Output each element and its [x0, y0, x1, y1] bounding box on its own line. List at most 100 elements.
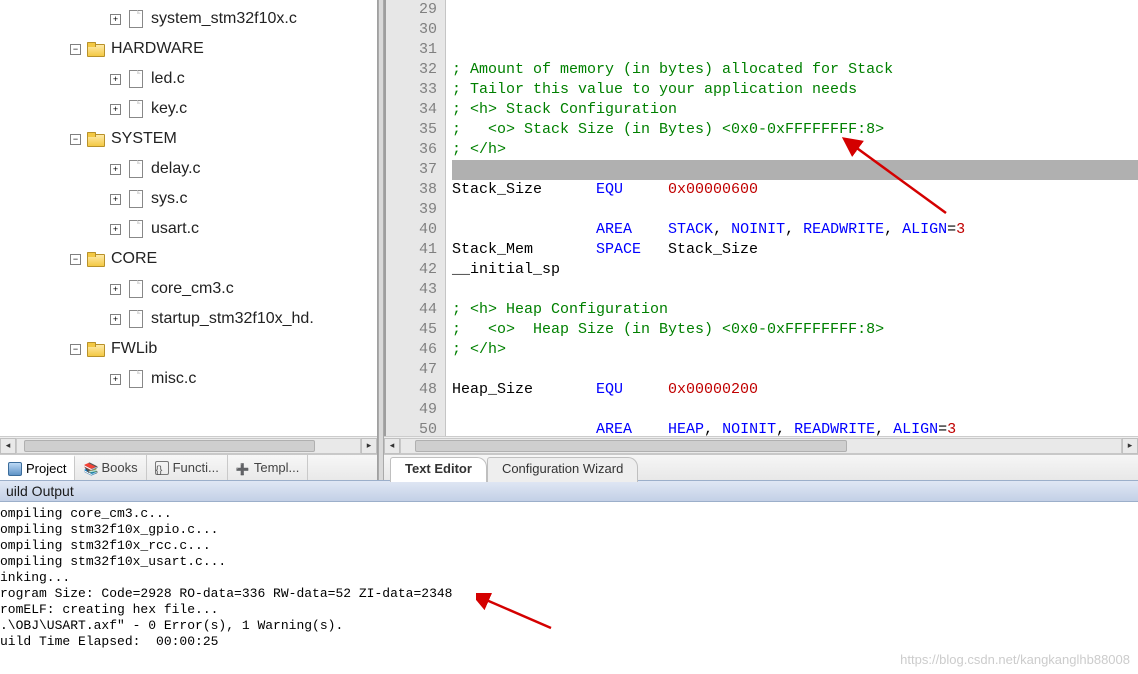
- code-line[interactable]: ; <o> Heap Size (in Bytes) <0x0-0xFFFFFF…: [452, 320, 1138, 340]
- tab-text-editor[interactable]: Text Editor: [390, 457, 487, 482]
- file-tree[interactable]: + system_stm32f10x.c −HARDWARE + led.c + key.c…: [0, 0, 377, 436]
- folder-icon: [87, 252, 105, 266]
- tab-functions-label: Functi...: [173, 460, 219, 475]
- scroll-thumb[interactable]: [24, 440, 316, 452]
- expand-icon[interactable]: +: [110, 164, 121, 175]
- scroll-right-button[interactable]: ▸: [361, 438, 377, 454]
- file-name: key.c: [151, 100, 187, 118]
- code-line[interactable]: ; </h>: [452, 140, 1138, 160]
- code-line[interactable]: ; Amount of memory (in bytes) allocated …: [452, 60, 1138, 80]
- watermark-text: https://blog.csdn.net/kangkanglhb88008: [900, 652, 1130, 668]
- books-icon: [83, 461, 97, 475]
- tree-row[interactable]: +misc.c: [0, 364, 377, 394]
- scroll-track[interactable]: [16, 438, 361, 454]
- expand-icon[interactable]: +: [110, 314, 121, 325]
- tab-templates[interactable]: Templ...: [228, 455, 309, 480]
- code-line[interactable]: [452, 200, 1138, 220]
- project-icon: [8, 462, 22, 476]
- folder-name: FWLib: [111, 340, 157, 358]
- expand-icon[interactable]: +: [110, 374, 121, 385]
- tree-row[interactable]: + led.c: [0, 64, 377, 94]
- tab-project[interactable]: Project: [0, 455, 75, 480]
- tree-horizontal-scrollbar[interactable]: ◂ ▸: [0, 436, 377, 454]
- editor-scroll-left-button[interactable]: ◂: [384, 438, 400, 454]
- collapse-icon[interactable]: −: [70, 44, 81, 55]
- file-name: system_stm32f10x.c: [151, 10, 297, 28]
- line-number: 45: [386, 320, 437, 340]
- code-line[interactable]: ; <h> Stack Configuration: [452, 100, 1138, 120]
- line-number: 41: [386, 240, 437, 260]
- code-line[interactable]: ; <h> Heap Configuration: [452, 300, 1138, 320]
- line-number: 35: [386, 120, 437, 140]
- tab-books-label: Books: [101, 460, 137, 475]
- editor-horizontal-scrollbar[interactable]: ◂ ▸: [384, 436, 1138, 454]
- code-line[interactable]: AREA HEAP, NOINIT, READWRITE, ALIGN=3: [452, 420, 1138, 436]
- tree-row[interactable]: + delay.c: [0, 154, 377, 184]
- editor-scroll-track[interactable]: [400, 438, 1122, 454]
- code-line[interactable]: [452, 400, 1138, 420]
- line-number: 31: [386, 40, 437, 60]
- expand-icon[interactable]: +: [110, 194, 121, 205]
- build-output-title: uild Output: [6, 483, 74, 499]
- code-content[interactable]: ; Amount of memory (in bytes) allocated …: [446, 0, 1138, 436]
- file-name: delay.c: [151, 160, 201, 178]
- code-line[interactable]: ; Tailor this value to your application …: [452, 80, 1138, 100]
- code-line[interactable]: __initial_sp: [452, 260, 1138, 280]
- tree-row[interactable]: + core_cm3.c: [0, 274, 377, 304]
- folder-icon: [87, 342, 105, 356]
- c-file-icon: [127, 10, 143, 28]
- expand-icon[interactable]: +: [110, 14, 121, 25]
- collapse-icon[interactable]: −: [70, 254, 81, 265]
- tree-row[interactable]: −HARDWARE: [0, 34, 377, 64]
- code-line[interactable]: Stack_Size EQU 0x00000600: [452, 180, 1138, 200]
- file-name: core_cm3.c: [151, 280, 234, 298]
- code-line[interactable]: Heap_Size EQU 0x00000200: [452, 380, 1138, 400]
- tree-row[interactable]: −SYSTEM: [0, 124, 377, 154]
- code-line[interactable]: [452, 360, 1138, 380]
- tree-row[interactable]: + key.c: [0, 94, 377, 124]
- scroll-left-button[interactable]: ◂: [0, 438, 16, 454]
- code-line[interactable]: AREA STACK, NOINIT, READWRITE, ALIGN=3: [452, 220, 1138, 240]
- collapse-icon[interactable]: −: [70, 134, 81, 145]
- tree-row[interactable]: + sys.c: [0, 184, 377, 214]
- folder-icon: [87, 42, 105, 56]
- file-name: led.c: [151, 70, 185, 88]
- collapse-icon[interactable]: −: [70, 344, 81, 355]
- expand-icon[interactable]: +: [110, 74, 121, 85]
- code-line[interactable]: [452, 280, 1138, 300]
- c-file-icon: [127, 100, 143, 118]
- line-number: 38: [386, 180, 437, 200]
- line-number: 46: [386, 340, 437, 360]
- build-output-line: ompiling core_cm3.c...: [0, 506, 1138, 522]
- code-line[interactable]: Stack_Mem SPACE Stack_Size: [452, 240, 1138, 260]
- tab-functions[interactable]: Functi...: [147, 455, 228, 480]
- line-number: 30: [386, 20, 437, 40]
- tab-config-wizard-label: Configuration Wizard: [502, 461, 623, 476]
- tree-row[interactable]: − FWLib: [0, 334, 377, 364]
- tree-row[interactable]: + system_stm32f10x.c: [0, 4, 377, 34]
- expand-icon[interactable]: +: [110, 284, 121, 295]
- tab-configuration-wizard[interactable]: Configuration Wizard: [487, 457, 638, 482]
- code-line[interactable]: ; </h>: [452, 340, 1138, 360]
- expand-icon[interactable]: +: [110, 104, 121, 115]
- tree-row[interactable]: +usart.c: [0, 214, 377, 244]
- editor-scroll-right-button[interactable]: ▸: [1122, 438, 1138, 454]
- editor-scroll-thumb[interactable]: [415, 440, 847, 452]
- file-name: sys.c: [151, 190, 187, 208]
- code-line[interactable]: [452, 160, 1138, 180]
- c-file-icon: [127, 310, 143, 328]
- tree-row[interactable]: −CORE: [0, 244, 377, 274]
- line-number: 47: [386, 360, 437, 380]
- build-output-body[interactable]: ompiling core_cm3.c...ompiling stm32f10x…: [0, 502, 1138, 674]
- tree-row[interactable]: +startup_stm32f10x_hd.: [0, 304, 377, 334]
- line-number: 36: [386, 140, 437, 160]
- build-output-line: inking...: [0, 570, 1138, 586]
- code-line[interactable]: ; <o> Stack Size (in Bytes) <0x0-0xFFFFF…: [452, 120, 1138, 140]
- c-file-icon: [127, 370, 143, 388]
- code-editor[interactable]: 2930313233343536373839404142434445464748…: [384, 0, 1138, 436]
- build-output-line: romELF: creating hex file...: [0, 602, 1138, 618]
- line-number: 50: [386, 420, 437, 436]
- project-explorer-panel: + system_stm32f10x.c −HARDWARE + led.c + key.c…: [0, 0, 378, 480]
- tab-books[interactable]: Books: [75, 455, 146, 480]
- expand-icon[interactable]: +: [110, 224, 121, 235]
